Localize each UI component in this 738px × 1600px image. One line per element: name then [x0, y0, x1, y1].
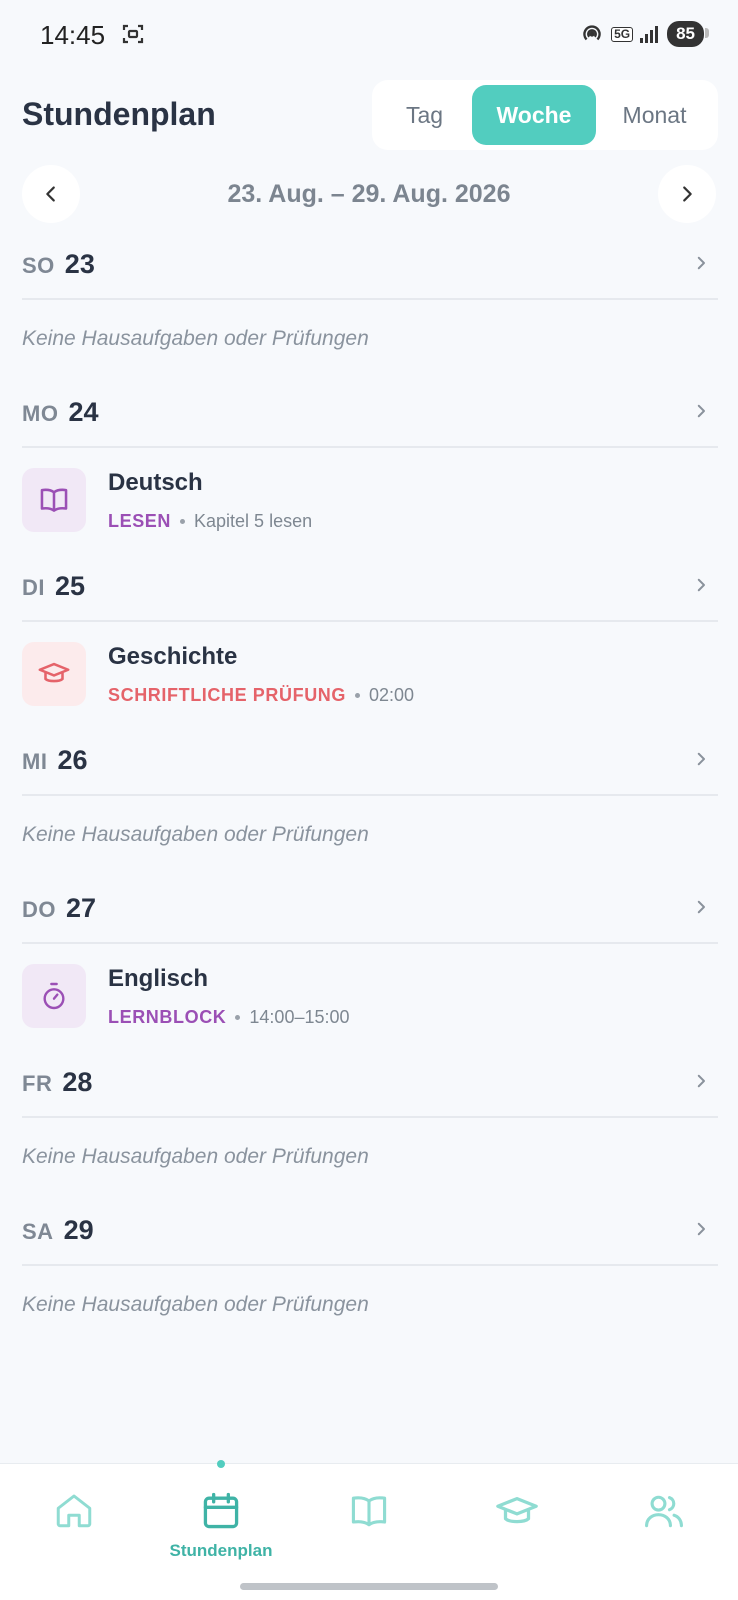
day-abbr: DO [22, 897, 56, 922]
entry-detail: 14:00–15:00 [249, 1006, 350, 1027]
hotspot-icon [583, 25, 601, 41]
next-week-button[interactable] [658, 165, 716, 223]
status-indicators: 5G 85 [579, 20, 709, 48]
entry-subject: Deutsch [108, 468, 203, 496]
day-header-monday[interactable]: MO 24 [22, 378, 718, 448]
day-abbr: SA [22, 1219, 54, 1244]
entry-detail: 02:00 [369, 684, 415, 705]
chevron-right-icon [697, 578, 705, 592]
network-label: 5G [611, 26, 634, 42]
active-indicator-dot [217, 1460, 225, 1468]
empty-day-note: Keine Hausaufgaben oder Prüfungen [22, 1145, 369, 1168]
empty-day-note: Keine Hausaufgaben oder Prüfungen [22, 1293, 369, 1316]
nav-exams[interactable] [457, 1464, 577, 1574]
day-abbr: SO [22, 253, 55, 278]
chevron-left-icon [46, 186, 55, 202]
stopwatch-icon [43, 982, 65, 1010]
entry-body: Deutsch LESEN Kapitel 5 lesen [108, 469, 312, 532]
day-abbr: DI [22, 575, 45, 600]
chevron-right-icon [697, 752, 705, 766]
entry-icon-tile [22, 468, 86, 532]
status-time: 14:45 [40, 20, 106, 50]
chevron-right-icon [697, 256, 705, 270]
entry-subject: Geschichte [108, 642, 238, 670]
empty-day-note: Keine Hausaufgaben oder Prüfungen [22, 823, 369, 846]
graduation-cap-icon [38, 662, 70, 683]
book-icon [40, 488, 68, 512]
separator-dot [235, 1014, 241, 1020]
day-number: 23 [64, 248, 95, 279]
entry-meta: SCHRIFTLICHE PRÜFUNG 02:00 [108, 685, 414, 706]
entry-type: LESEN [108, 510, 172, 531]
week-range: 23. Aug. – 29. Aug. 2026 [227, 180, 511, 208]
schedule-entry[interactable]: Geschichte SCHRIFTLICHE PRÜFUNG 02:00 [22, 622, 718, 726]
nav-stundenplan[interactable]: Stundenplan [161, 1460, 281, 1574]
screenshot-icon [122, 24, 144, 44]
day-header-wednesday[interactable]: MI 26 [22, 726, 718, 796]
day-number: 27 [66, 892, 97, 923]
day-header-tuesday[interactable]: DI 25 [22, 552, 718, 622]
entry-type: SCHRIFTLICHE PRÜFUNG [108, 684, 346, 705]
separator-dot [355, 692, 360, 698]
page-title: Stundenplan [22, 96, 216, 132]
nav-homework[interactable] [309, 1464, 429, 1574]
entry-body: Geschichte SCHRIFTLICHE PRÜFUNG 02:00 [108, 643, 414, 706]
previous-week-button[interactable] [22, 165, 80, 223]
day-abbr: MO [22, 401, 59, 426]
day-number: 29 [63, 1214, 94, 1245]
users-icon [645, 1495, 683, 1528]
schedule-entry[interactable]: Deutsch LESEN Kapitel 5 lesen [22, 448, 718, 552]
chevron-right-icon [697, 404, 705, 418]
battery-indicator: 85 [667, 21, 709, 47]
status-bar: 14:45 5G 85 [0, 0, 738, 70]
signal-icon [640, 26, 659, 43]
entry-body: Englisch LERNBLOCK 14:00–15:00 [108, 965, 350, 1028]
day-abbr: FR [22, 1071, 53, 1096]
day-number: 28 [62, 1066, 93, 1097]
nav-home[interactable] [14, 1464, 134, 1574]
chevron-right-icon [697, 900, 705, 914]
entry-detail: Kapitel 5 lesen [194, 510, 313, 531]
view-tab-month[interactable]: Monat [596, 85, 713, 145]
day-abbr: MI [22, 749, 48, 774]
book-icon [351, 1496, 387, 1527]
entry-subject: Englisch [108, 964, 209, 992]
day-header-thursday[interactable]: DO 27 [22, 874, 718, 944]
empty-day-note: Keine Hausaufgaben oder Prüfungen [22, 327, 369, 350]
chevron-right-icon [683, 186, 692, 202]
day-number: 26 [57, 744, 88, 775]
nav-label: Stundenplan [169, 1541, 273, 1560]
entry-meta: LESEN Kapitel 5 lesen [108, 511, 312, 532]
view-tab-day[interactable]: Tag [377, 85, 472, 145]
separator-dot [180, 518, 186, 524]
day-number: 24 [68, 396, 99, 427]
calendar-icon [203, 1492, 239, 1529]
graduation-cap-icon [496, 1496, 538, 1524]
bottom-nav: Stundenplan [0, 1460, 738, 1600]
view-tab-week[interactable]: Woche [472, 85, 596, 145]
entry-meta: LERNBLOCK 14:00–15:00 [108, 1007, 350, 1028]
day-header-saturday[interactable]: SA 29 [22, 1196, 718, 1266]
day-header-friday[interactable]: FR 28 [22, 1048, 718, 1118]
view-toggle: Tag Woche Monat [372, 80, 718, 150]
entry-icon-tile [22, 642, 86, 706]
chevron-right-icon [697, 1222, 705, 1236]
week-day-list: SO 23 Keine Hausaufgaben oder Prüfungen … [22, 230, 718, 1344]
day-header-sunday[interactable]: SO 23 [22, 230, 718, 300]
nav-people[interactable] [604, 1464, 724, 1574]
entry-type: LERNBLOCK [108, 1006, 227, 1027]
home-icon [56, 1494, 92, 1528]
schedule-entry[interactable]: Englisch LERNBLOCK 14:00–15:00 [22, 944, 718, 1048]
home-indicator[interactable] [240, 1583, 498, 1590]
entry-icon-tile [22, 964, 86, 1028]
day-number: 25 [55, 570, 86, 601]
chevron-right-icon [697, 1074, 705, 1088]
